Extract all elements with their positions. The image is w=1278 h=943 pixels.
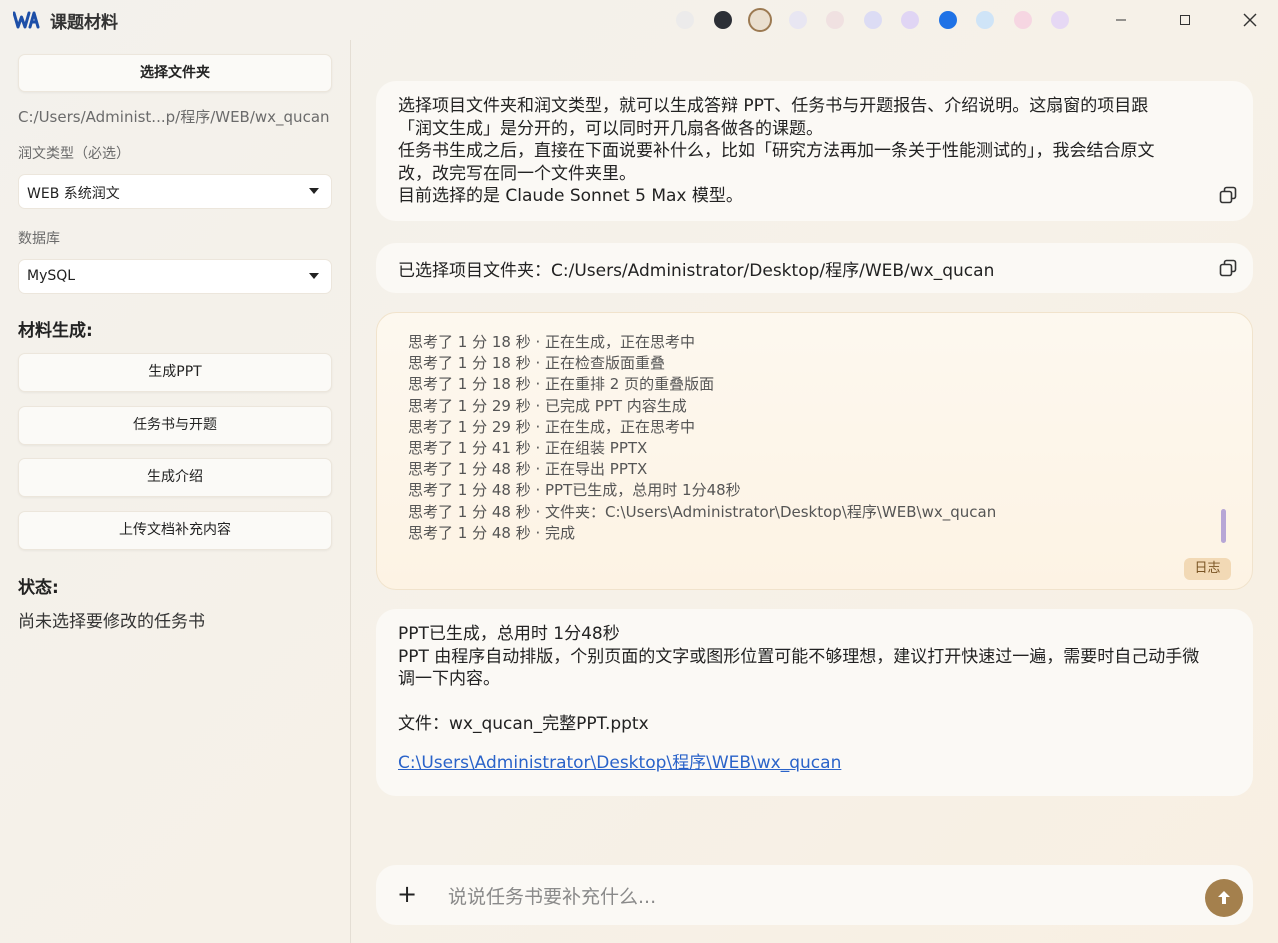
log-line: 思考了 1 分 48 秒 · PPT已生成，总用时 1分48秒 xyxy=(408,481,741,500)
intro-message: 选择项目文件夹和润文类型，就可以生成答辩 PPT、任务书与开题报告、介绍说明。这… xyxy=(376,81,1253,221)
theme-swatch-beige-selected[interactable] xyxy=(748,8,772,32)
send-button[interactable] xyxy=(1205,879,1243,917)
message-line: 目前选择的是 Claude Sonnet 5 Max 模型。 xyxy=(398,186,743,206)
log-line: 思考了 1 分 48 秒 · 正在导出 PPTX xyxy=(408,460,648,479)
maximize-icon[interactable] xyxy=(1171,6,1199,34)
folder-selected-text: 已选择项目文件夹：C:/Users/Administrator/Desktop/… xyxy=(398,261,995,281)
generate-ppt-button[interactable]: 生成PPT xyxy=(18,353,332,392)
title-bar: 课题材料 xyxy=(0,0,1278,40)
database-label: 数据库 xyxy=(18,231,60,247)
add-attachment-icon[interactable]: + xyxy=(397,882,417,906)
result-note-cont: 调一下内容。 xyxy=(398,669,500,689)
database-select[interactable]: MySQL xyxy=(18,259,332,294)
minimize-icon[interactable] xyxy=(1107,6,1135,34)
materials-heading: 材料生成: xyxy=(18,321,93,341)
close-icon[interactable] xyxy=(1236,6,1264,34)
chat-area: 选择项目文件夹和润文类型，就可以生成答辩 PPT、任务书与开题报告、介绍说明。这… xyxy=(351,40,1278,943)
folder-selected-message: 已选择项目文件夹：C:/Users/Administrator/Desktop/… xyxy=(376,243,1253,293)
chevron-down-icon xyxy=(309,273,319,279)
composer: + xyxy=(376,865,1253,925)
app-logo-icon xyxy=(13,11,40,29)
theme-swatch-sky[interactable] xyxy=(976,11,994,29)
result-message: PPT已生成，总用时 1分48秒 PPT 由程序自动排版，个别页面的文字或图形位… xyxy=(376,609,1253,796)
chat-input[interactable] xyxy=(446,883,1190,911)
task-book-button[interactable]: 任务书与开题 xyxy=(18,406,332,445)
log-line: 思考了 1 分 41 秒 · 正在组装 PPTX xyxy=(408,439,648,458)
database-value: MySQL xyxy=(27,268,76,284)
log-tag[interactable]: 日志 xyxy=(1184,558,1231,580)
copy-icon[interactable] xyxy=(1219,186,1237,204)
log-line: 思考了 1 分 29 秒 · 已完成 PPT 内容生成 xyxy=(408,396,687,415)
theme-swatch-blush[interactable] xyxy=(826,11,844,29)
log-line: 思考了 1 分 18 秒 · 正在检查版面重叠 xyxy=(408,354,666,373)
log-scrollbar[interactable] xyxy=(1221,509,1226,543)
theme-swatch-dark[interactable] xyxy=(714,11,732,29)
theme-swatch-ivory[interactable] xyxy=(676,11,694,29)
app-title: 课题材料 xyxy=(50,13,118,33)
log-panel: 思考了 1 分 18 秒 · 正在生成，正在思考中 思考了 1 分 18 秒 ·… xyxy=(376,312,1253,590)
folder-path: C:/Users/Administ...p/程序/WEB/wx_qucan xyxy=(18,108,330,126)
theme-swatch-lavender-mist[interactable] xyxy=(789,11,807,29)
select-folder-button[interactable]: 选择文件夹 xyxy=(18,54,332,92)
message-line: 选择项目文件夹和润文类型，就可以生成答辩 PPT、任务书与开题报告、介绍说明。这… xyxy=(398,96,1149,116)
upload-doc-button[interactable]: 上传文档补充内容 xyxy=(18,511,332,550)
polish-type-value: WEB 系统润文 xyxy=(27,186,120,202)
message-line: 改，改完写在同一个文件夹里。 xyxy=(398,163,636,184)
log-lines: 思考了 1 分 18 秒 · 正在生成，正在思考中 思考了 1 分 18 秒 ·… xyxy=(408,332,996,544)
log-line: 思考了 1 分 48 秒 · 完成 xyxy=(408,523,576,542)
message-line: 任务书生成之后，直接在下面说要补什么，比如「研究方法再加一条关于性能测试的」，我… xyxy=(398,141,1155,161)
polish-type-label: 润文类型（必选） xyxy=(18,146,130,162)
message-line: 「润文生成」是分开的，可以同时开几扇各做各的课题。 xyxy=(398,118,823,139)
log-line: 思考了 1 分 29 秒 · 正在生成，正在思考中 xyxy=(408,417,696,436)
result-note: PPT 由程序自动排版，个别页面的文字或图形位置可能不够理想，建议打开快速过一遍… xyxy=(398,646,1200,667)
copy-icon[interactable] xyxy=(1219,259,1237,277)
arrow-up-icon xyxy=(1218,891,1230,904)
result-summary: PPT已生成，总用时 1分48秒 xyxy=(398,624,620,644)
log-line: 思考了 1 分 48 秒 · 文件夹：C:\Users\Administrato… xyxy=(408,502,997,521)
result-file: 文件：wx_qucan_完整PPT.pptx xyxy=(398,714,649,734)
status-text: 尚未选择要修改的任务书 xyxy=(18,612,205,632)
theme-swatch-violet-mist[interactable] xyxy=(1051,11,1069,29)
status-heading: 状态: xyxy=(18,578,59,598)
theme-swatch-periwinkle[interactable] xyxy=(864,11,882,29)
theme-swatch-blue[interactable] xyxy=(939,11,957,29)
open-folder-link[interactable]: C:\Users\Administrator\Desktop\程序\WEB\wx… xyxy=(398,753,841,773)
log-line: 思考了 1 分 18 秒 · 正在重排 2 页的重叠版面 xyxy=(408,375,715,394)
theme-swatch-pink[interactable] xyxy=(1014,11,1032,29)
log-line: 思考了 1 分 18 秒 · 正在生成，正在思考中 xyxy=(408,333,696,351)
polish-type-select[interactable]: WEB 系统润文 xyxy=(18,174,332,209)
generate-intro-button[interactable]: 生成介绍 xyxy=(18,458,332,497)
chevron-down-icon xyxy=(309,188,319,194)
theme-swatch-lilac[interactable] xyxy=(901,11,919,29)
